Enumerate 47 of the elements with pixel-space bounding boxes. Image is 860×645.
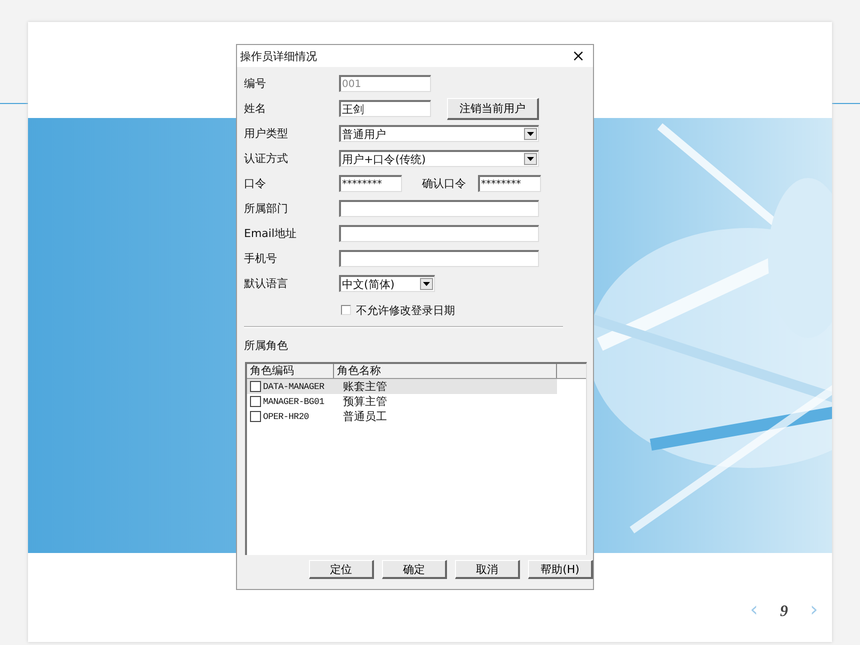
table-cell-text: 账套主管 xyxy=(342,379,387,394)
table-row[interactable]: OPER-HR20 普通员工 xyxy=(247,409,557,424)
table-row[interactable]: MANAGER-BG01 预算主管 xyxy=(247,394,557,409)
table-cell-text: OPER-HR20 xyxy=(263,412,310,422)
table-row[interactable]: DATA-MANAGER 账套主管 xyxy=(247,379,557,394)
page-number: 9 xyxy=(780,603,788,621)
window-title: 操作员详细情况 xyxy=(240,48,317,64)
column-header[interactable]: 角色名称 xyxy=(334,364,557,378)
checkbox[interactable] xyxy=(250,396,261,407)
table-cell-text: DATA-MANAGER xyxy=(263,382,326,392)
table-cell-text: 普通员工 xyxy=(342,409,387,424)
checkbox[interactable] xyxy=(250,411,261,422)
section-title: 所属角色 xyxy=(244,338,289,352)
close-icon[interactable]: × xyxy=(570,48,587,64)
input-field[interactable] xyxy=(339,200,539,217)
column-header[interactable]: 角色编码 xyxy=(247,364,334,378)
field-label: 姓名 xyxy=(244,101,267,116)
password-field[interactable]: ******** xyxy=(339,175,402,192)
field-label: 所属部门 xyxy=(244,201,289,216)
checkbox-label: 不允许修改登录日期 xyxy=(356,302,455,318)
table-cell-text: 预算主管 xyxy=(342,394,387,409)
input-field[interactable]: 王剑 xyxy=(339,100,431,117)
dialog-button[interactable]: 帮助(H) xyxy=(528,560,593,579)
dropdown-value: 用户+口令(传统) xyxy=(342,152,426,166)
dropdown-value: 普通用户 xyxy=(342,126,386,142)
table-cell-text: MANAGER-BG01 xyxy=(263,396,326,406)
input-field[interactable] xyxy=(339,250,539,267)
checkbox[interactable] xyxy=(250,381,261,392)
input-field[interactable] xyxy=(339,225,539,242)
field-label: Email地址 xyxy=(244,226,298,241)
field-label: 手机号 xyxy=(244,251,278,266)
logout-user-button[interactable]: 注销当前用户 xyxy=(447,98,539,120)
checkbox[interactable] xyxy=(341,305,351,315)
dropdown[interactable]: 中文(简体) xyxy=(339,275,435,292)
dropdown-value: 中文(简体) xyxy=(342,276,395,292)
field-label: 确认口令 xyxy=(422,176,466,191)
dialog-button[interactable]: 取消 xyxy=(455,560,520,579)
field-label: 编号 xyxy=(244,76,267,91)
field-label: 用户类型 xyxy=(244,126,289,141)
password-field[interactable]: ******** xyxy=(478,175,541,192)
dialog-button[interactable]: 定位 xyxy=(309,560,374,579)
field-label: 口令 xyxy=(244,176,267,191)
dialog-button[interactable]: 确定 xyxy=(382,560,447,579)
dropdown[interactable]: 用户+口令(传统) xyxy=(339,150,539,167)
field-label: 默认语言 xyxy=(244,276,289,291)
dropdown[interactable]: 普通用户 xyxy=(339,125,539,142)
field-label: 认证方式 xyxy=(244,151,289,166)
